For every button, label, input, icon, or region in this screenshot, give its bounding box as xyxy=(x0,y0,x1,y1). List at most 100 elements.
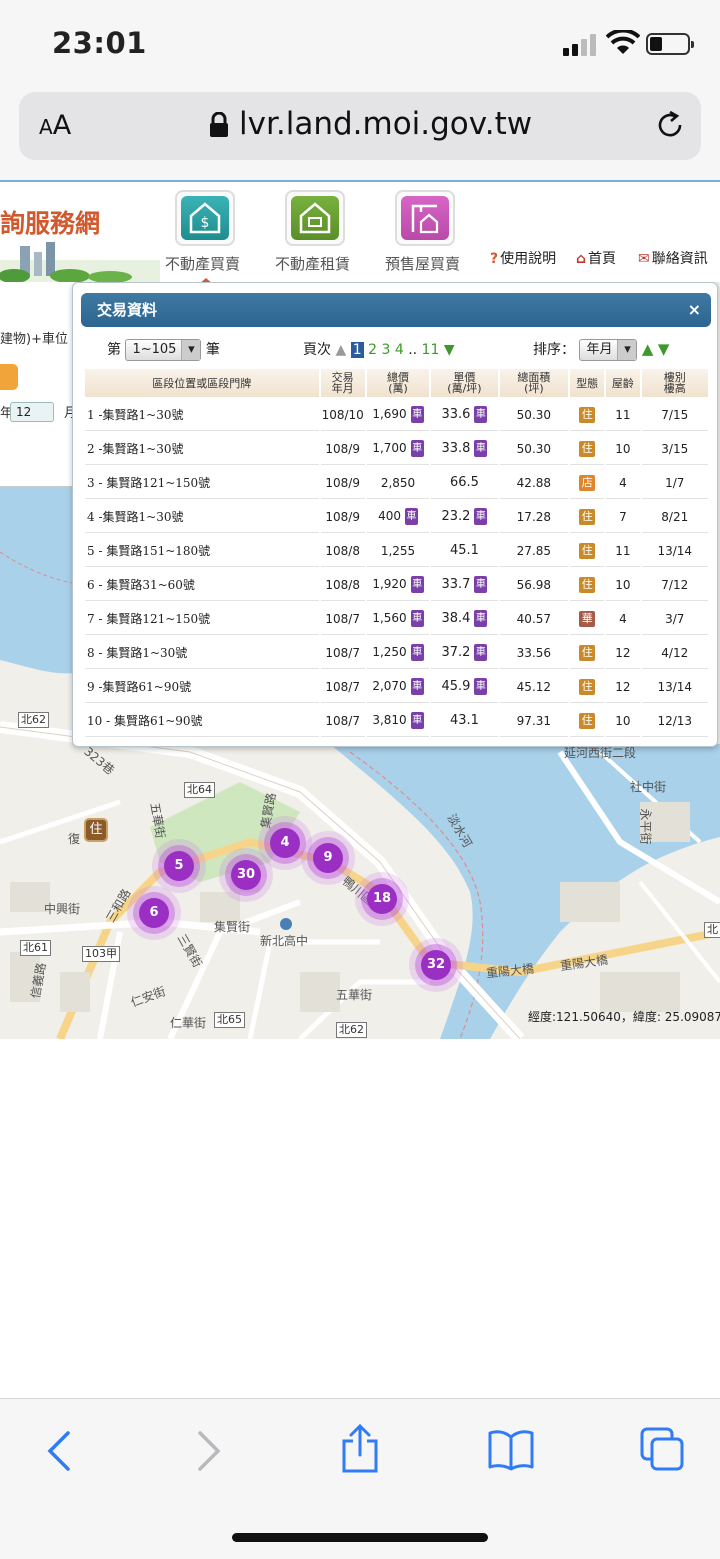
transaction-cluster[interactable]: 30 xyxy=(231,860,261,890)
house-dollar-icon: $ xyxy=(189,202,221,234)
share-icon[interactable] xyxy=(340,1423,380,1475)
nav-presale-label: 預售屋買賣 xyxy=(385,255,461,273)
close-icon[interactable]: × xyxy=(688,293,701,327)
table-row[interactable]: 10 - 集賢路61~90號 108/7 3,810 車 43.1 97.31 住 10 12/… xyxy=(85,705,708,737)
battery-icon xyxy=(646,33,694,55)
sort-descending-icon[interactable]: ▼ xyxy=(658,340,670,358)
property-type-badge: 店 xyxy=(579,474,596,491)
address-bar[interactable]: AA lvr.land.moi.gov.tw xyxy=(19,92,701,160)
sort-ascending-icon[interactable]: ▲ xyxy=(642,340,654,358)
floor-cell: 7/12 xyxy=(641,569,708,601)
filter-building-parking-text: 建物)+車位 xyxy=(0,332,68,347)
page-link[interactable]: 2 xyxy=(368,342,377,358)
road-number-badge: 103甲 xyxy=(82,946,120,962)
table-row[interactable]: 4 -集賢路1~30號 108/9 400 車 23.2 車 17.28 住 7 8/21 xyxy=(85,501,708,533)
nav-real-estate-rent-button[interactable] xyxy=(285,190,345,246)
help-link[interactable]: ? 使用說明 xyxy=(490,248,556,268)
parking-badge: 車 xyxy=(474,406,488,423)
filter-toggle-button[interactable] xyxy=(0,364,18,390)
browser-toolbar xyxy=(0,1398,720,1559)
address-cell: 9 -集賢路61~90號 xyxy=(85,671,319,703)
sort-control: 排序： 年月 ▲ ▼ xyxy=(533,339,669,361)
back-icon[interactable] xyxy=(44,1429,74,1473)
forward-icon[interactable] xyxy=(194,1429,224,1473)
transaction-cluster[interactable]: 9 xyxy=(313,843,343,873)
address-cell: 1 -集賢路1~30號 xyxy=(85,399,319,431)
transaction-table: 區段位置或區段門牌 交易 年月 總價 (萬) 單價 (萬/坪) 總面積 (坪) 型態 屋齡 樓別 樓高 … xyxy=(83,367,710,739)
transaction-cluster[interactable]: 5 xyxy=(164,851,194,881)
road-number-badge: 北62 xyxy=(18,712,49,728)
nav-real-estate-sale-label: 不動產買賣 xyxy=(165,255,241,273)
nav-real-estate-rent-label: 不動產租賃 xyxy=(275,255,351,273)
table-row[interactable]: 8 - 集賢路1~30號 108/7 1,250 車 37.2 車 33.56 住 12 4/12 xyxy=(85,637,708,669)
type-cell: 住 xyxy=(570,501,605,533)
floor-cell: 12/13 xyxy=(641,705,708,737)
page-link[interactable]: 3 xyxy=(381,342,390,358)
next-page-icon[interactable]: ▼ xyxy=(444,342,455,358)
table-row[interactable]: 9 -集賢路61~90號 108/7 2,070 車 45.9 車 45.12 住 12 13/1… xyxy=(85,671,708,703)
residence-marker[interactable]: 住 xyxy=(84,818,108,842)
column-header: 總價 (萬) xyxy=(366,369,430,397)
unit-price-cell: 45.1 xyxy=(431,535,498,567)
parking-badge: 車 xyxy=(474,508,488,525)
total-price-cell: 1,700 車 xyxy=(366,433,430,465)
table-row[interactable]: 5 - 集賢路151~180號 108/8 1,255 45.1 27.85 住 11 13/… xyxy=(85,535,708,567)
unit-price-cell: 43.1 xyxy=(431,705,498,737)
date-cell: 108/7 xyxy=(320,671,365,703)
nav-real-estate-sale-button[interactable]: $ xyxy=(175,190,235,246)
page-link-current[interactable]: 1 xyxy=(350,342,364,358)
transaction-cluster[interactable]: 18 xyxy=(367,884,397,914)
road-number-badge: 北 xyxy=(704,922,720,938)
home-link[interactable]: ⌂ 首頁 xyxy=(576,248,616,268)
parking-badge: 車 xyxy=(410,678,424,695)
transaction-cluster[interactable]: 32 xyxy=(421,950,451,980)
svg-text:$: $ xyxy=(201,215,210,231)
browser-chrome: AA lvr.land.moi.gov.tw xyxy=(0,88,720,180)
area-cell: 33.56 xyxy=(499,637,569,669)
nav-presale-button[interactable] xyxy=(395,190,455,246)
total-price-cell: 2,850 xyxy=(366,467,430,499)
table-row[interactable]: 1 -集賢路1~30號 108/10 1,690 車 33.6 車 50.30 住 11 7/15 xyxy=(85,399,708,431)
unit-price-cell: 45.9 車 xyxy=(431,671,498,703)
prev-page-icon[interactable]: ▲ xyxy=(335,342,346,358)
address-cell: 8 - 集賢路1~30號 xyxy=(85,637,319,669)
table-row[interactable]: 6 - 集賢路31~60號 108/8 1,920 車 33.7 車 56.98 住 10 7/1… xyxy=(85,569,708,601)
table-row[interactable]: 7 - 集賢路121~150號 108/7 1,560 車 38.4 車 40.57 華 4 3/… xyxy=(85,603,708,635)
bookmarks-icon[interactable] xyxy=(488,1429,534,1471)
table-row[interactable]: 3 - 集賢路121~150號 108/9 2,850 66.5 42.88 店 4 1/7 xyxy=(85,467,708,499)
month-select[interactable]: 12 xyxy=(10,402,54,422)
range-select[interactable]: 1~105 xyxy=(125,339,202,361)
sort-select[interactable]: 年月 xyxy=(579,339,638,361)
building-age-cell: 4 xyxy=(606,603,640,635)
map-view[interactable]: 建物)+車位 年 12 月 323巷 五華街 集賢路 中興街 三和路 集賢街 三… xyxy=(0,282,720,1039)
parking-badge: 車 xyxy=(410,406,424,423)
parking-badge: 車 xyxy=(474,610,488,627)
site-header: 詢服務網 $ 不動產買賣 不動產租賃 預售屋買賣 ? 使用說明 ⌂ 首頁 ✉ 聯絡資 xyxy=(0,180,720,285)
area-cell: 40.57 xyxy=(499,603,569,635)
unit-price-cell: 33.8 車 xyxy=(431,433,498,465)
transaction-cluster[interactable]: 4 xyxy=(270,828,300,858)
date-cell: 108/7 xyxy=(320,705,365,737)
total-price-cell: 1,560 車 xyxy=(366,603,430,635)
map-label: 五華街 xyxy=(336,988,373,1002)
cellular-signal-icon xyxy=(563,34,599,56)
page-link[interactable]: 4 xyxy=(395,342,404,358)
date-cell: 108/9 xyxy=(320,467,365,499)
tabs-icon[interactable] xyxy=(638,1425,686,1475)
area-cell: 17.28 xyxy=(499,501,569,533)
building-age-cell: 10 xyxy=(606,705,640,737)
address-cell: 2 -集賢路1~30號 xyxy=(85,433,319,465)
reload-icon[interactable] xyxy=(653,108,687,142)
floor-cell: 1/7 xyxy=(641,467,708,499)
transaction-cluster[interactable]: 6 xyxy=(139,898,169,928)
address-cell: 4 -集賢路1~30號 xyxy=(85,501,319,533)
table-row[interactable]: 2 -集賢路1~30號 108/9 1,700 車 33.8 車 50.30 住 10 3/15 xyxy=(85,433,708,465)
map-label: 社中街 xyxy=(630,780,667,794)
date-cell: 108/7 xyxy=(320,603,365,635)
reader-options-button[interactable]: AA xyxy=(39,110,71,141)
contact-link[interactable]: ✉ 聯絡資訊 xyxy=(638,248,708,268)
page-link-last[interactable]: 11 xyxy=(422,342,440,358)
road-number-badge: 北61 xyxy=(20,940,51,956)
area-cell: 27.85 xyxy=(499,535,569,567)
type-cell: 華 xyxy=(570,603,605,635)
